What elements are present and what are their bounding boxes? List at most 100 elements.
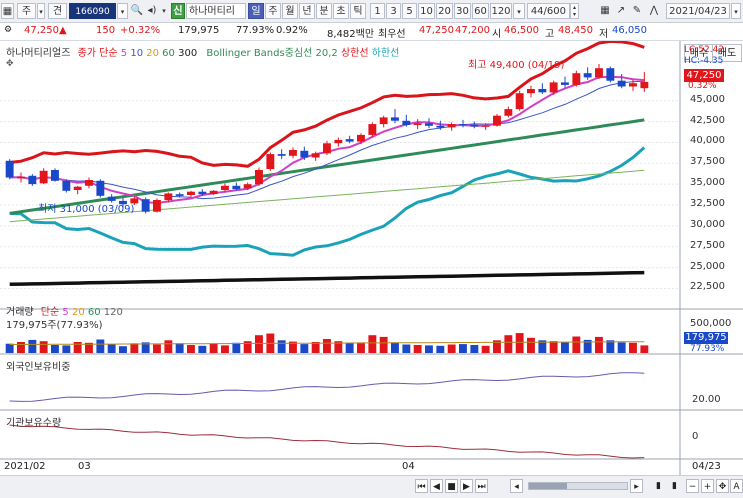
trade-amount: 8,482백만 [327,29,375,40]
date-input[interactable]: 2021/04/23 [666,3,730,19]
candle-body [266,154,275,170]
volume-legend: 거래량 단순 5 20 60 120 [6,303,123,318]
scroll-thumb[interactable] [529,483,567,489]
candle-body [583,73,592,78]
volume-bar [425,345,433,353]
auto-icon[interactable]: A [730,479,743,493]
tab-stock-type[interactable]: 주 [17,3,36,19]
chart-legend: 하나머티리얼즈 종가 단순 5 10 20 60 300 Bollinger B… [6,44,399,59]
last-page-icon[interactable]: ⏭ [475,479,488,493]
ma-label: 종가 단순 [77,48,118,59]
trend-icon[interactable]: ↗ [614,3,628,19]
volume-bar [300,344,309,353]
grid-menu-icon[interactable]: ▦ [1,3,14,19]
data-count-input[interactable]: 44/600 [527,3,570,19]
minute-10-button[interactable]: 10 [418,3,435,19]
low-label: 저 [599,29,609,40]
prev-icon[interactable]: ◀ [430,479,443,493]
candle-body [85,180,93,186]
tools-icon[interactable]: ✎ [630,3,644,19]
foreign-title: 외국인보유비중 [6,362,71,373]
chart-type-icon[interactable]: ▮ [652,479,665,493]
candle-body [51,170,59,181]
count-stepper[interactable]: ▴ ▾ [570,3,579,19]
next-icon[interactable]: ▶ [460,479,473,493]
volume-bar [345,343,354,353]
mountain-icon[interactable]: ⋀ [647,3,661,19]
move-icon[interactable]: ✥ [716,479,729,493]
minute-60-button[interactable]: 60 [472,3,489,19]
stock-code-input[interactable]: 166090 [69,3,116,19]
bar-icon[interactable]: ▮ [668,479,681,493]
credit-badge: 신 [171,3,185,19]
candle-body [345,139,354,142]
tab-period-year[interactable]: 년 [299,3,315,19]
quote-settings-icon[interactable]: ⚙ [4,25,12,35]
minute-120-button[interactable]: 120 [490,3,512,19]
volume-bar [73,342,82,353]
volume-bar [447,344,456,353]
candle-body [17,176,25,179]
minute-1-button[interactable]: 1 [370,3,385,19]
speaker-icon[interactable]: ◂) [145,3,159,19]
high-label: 고 [545,29,555,40]
tab-period-week[interactable]: 주 [265,3,281,19]
candle-body [402,120,411,125]
search-icon[interactable]: 🔍 [130,3,144,19]
price-change: 150 [96,25,116,36]
open-label: 시 [492,29,502,40]
low-annotation: 최저 31,000 (03/09) [38,204,135,215]
tab-period-tick[interactable]: 틱 [350,3,366,19]
candle-body [289,150,297,156]
tab-view[interactable]: 견 [48,3,67,19]
zoom-out-icon[interactable]: − [686,479,699,493]
volume-bar [51,345,59,353]
candle-body [413,123,422,125]
change-arrow-icon: ▲ [59,25,67,36]
stock-chart[interactable] [0,41,743,475]
candle-body [629,83,637,87]
first-page-icon[interactable]: ⏮ [415,479,428,493]
zoom-in-icon[interactable]: + [701,479,714,493]
volume-current: 179,975주(77.93%) [6,320,103,331]
price-axis-label: 35,000 [690,177,725,189]
candle-body [300,150,309,158]
minute-dropdown-icon[interactable]: ▾ [513,3,525,19]
minute-3-button[interactable]: 3 [386,3,401,19]
price-axis-label: 37,500 [690,156,725,168]
volume-bar [255,335,263,353]
candle-body [538,89,547,93]
crosshair-icon[interactable]: ✥ [6,59,14,69]
tab-period-day[interactable]: 일 [248,3,264,19]
ma300-label: 300 [178,48,198,59]
ma20-label: 20 [146,48,159,59]
minute-30-button[interactable]: 30 [454,3,471,19]
chart-title: 하나머티리얼즈 [6,48,71,59]
candle-body [515,93,524,110]
speaker-dropdown-icon[interactable]: ▾ [159,3,169,19]
code-dropdown-icon[interactable]: ▾ [117,3,128,19]
volume-bar [119,346,127,353]
bollinger-label: Bollinger Bands중심선 20,2 [206,48,338,59]
volume-bar [595,336,603,353]
minute-20-button[interactable]: 20 [436,3,453,19]
calendar-dropdown-icon[interactable]: ▾ [731,3,741,19]
volume-bar [277,340,286,353]
volume-last-percent: 77.93% [690,344,725,354]
scroll-left-icon[interactable]: ◂ [510,479,523,493]
stock-type-dropdown-icon[interactable]: ▾ [37,3,45,19]
stop-icon[interactable]: ■ [445,479,458,493]
volume-bar [436,345,445,353]
grid-toggle-icon[interactable]: ▦ [598,3,612,19]
candle-body [481,125,490,127]
ma60-label: 60 [162,48,175,59]
tab-period-second[interactable]: 초 [333,3,349,19]
scrollbar[interactable] [528,482,628,490]
scroll-right-icon[interactable]: ▸ [630,479,643,493]
time-axis-start: 2021/02 [4,461,46,472]
tab-period-minute[interactable]: 분 [316,3,332,19]
price-axis-label: 25,000 [690,260,725,272]
tab-period-month[interactable]: 월 [282,3,298,19]
volume-bar [357,342,365,353]
minute-5-button[interactable]: 5 [402,3,417,19]
